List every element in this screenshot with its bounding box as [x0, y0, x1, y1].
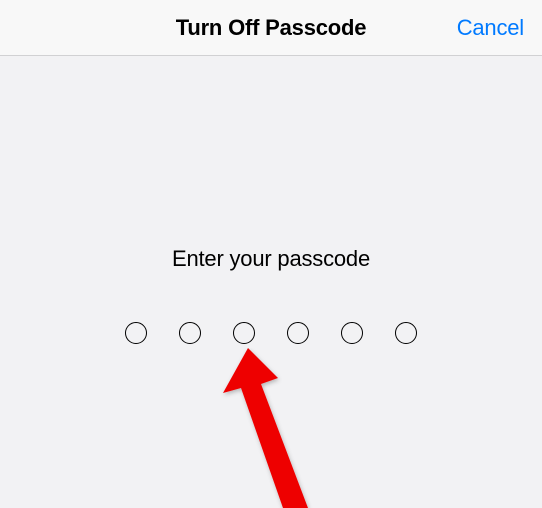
passcode-prompt: Enter your passcode: [172, 246, 370, 272]
passcode-dots[interactable]: [125, 322, 417, 344]
passcode-dot-1: [125, 322, 147, 344]
page-title: Turn Off Passcode: [176, 15, 367, 41]
navigation-bar: Turn Off Passcode Cancel: [0, 0, 542, 56]
cancel-button[interactable]: Cancel: [457, 15, 524, 41]
passcode-dot-4: [287, 322, 309, 344]
annotation-arrow-icon: [213, 348, 333, 508]
content-area: Enter your passcode: [0, 56, 542, 344]
passcode-dot-2: [179, 322, 201, 344]
passcode-dot-6: [395, 322, 417, 344]
passcode-dot-5: [341, 322, 363, 344]
passcode-dot-3: [233, 322, 255, 344]
